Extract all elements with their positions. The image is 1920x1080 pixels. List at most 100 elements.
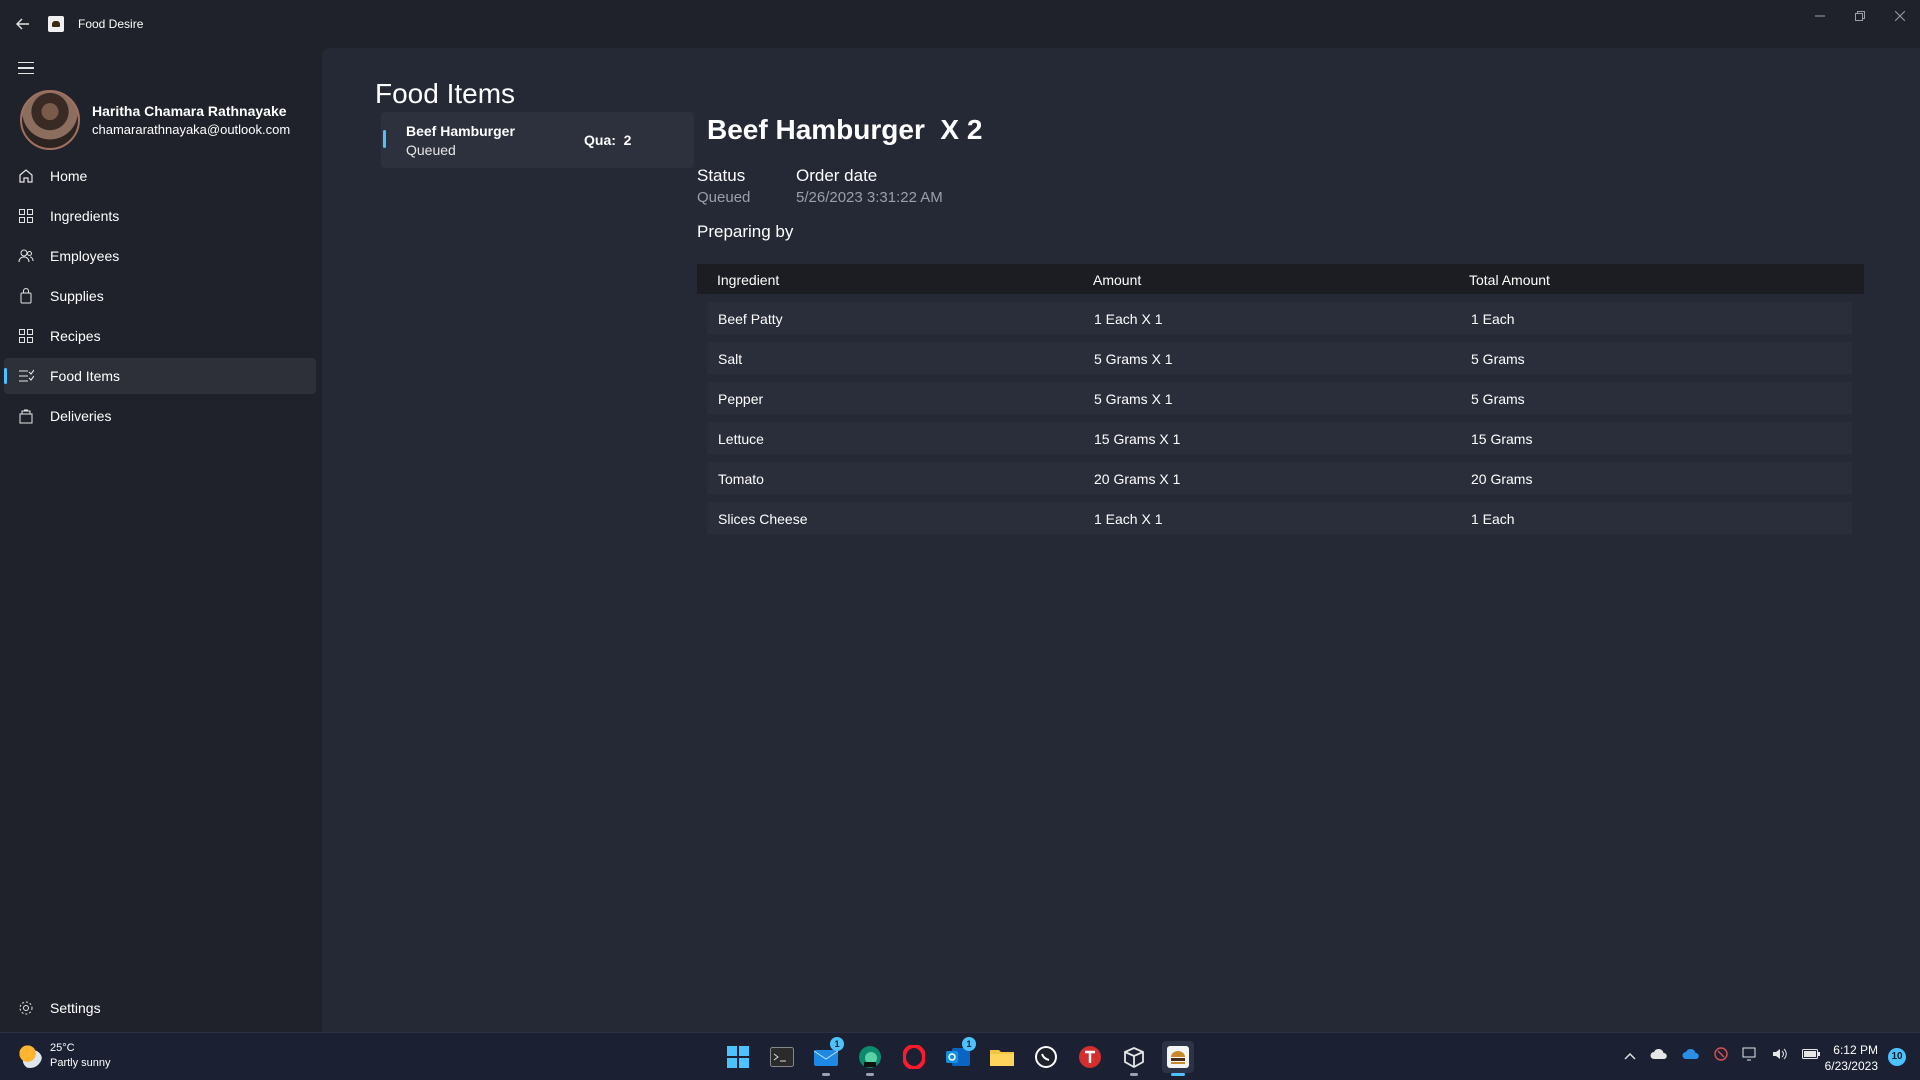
sidebar-item-label: Employees: [50, 248, 120, 264]
edge-dev-app[interactable]: [854, 1041, 886, 1076]
file-explorer-app[interactable]: [986, 1041, 1018, 1073]
notification-badge[interactable]: 10: [1888, 1048, 1906, 1066]
outlook-app[interactable]: 1: [942, 1037, 976, 1073]
volume-icon[interactable]: [1772, 1047, 1788, 1064]
onedrive-icon[interactable]: [1682, 1048, 1700, 1063]
selection-indicator: [383, 130, 386, 148]
people-icon: [18, 248, 34, 264]
start-button[interactable]: [722, 1041, 754, 1073]
home-icon: [18, 168, 34, 184]
chevron-up-icon[interactable]: [1624, 1048, 1636, 1063]
table-row[interactable]: Lettuce 15 Grams X 1 15 Grams: [707, 422, 1852, 454]
cell-ingredient: Beef Patty: [718, 311, 783, 327]
table-row[interactable]: Beef Patty 1 Each X 1 1 Each: [707, 302, 1852, 334]
battery-icon[interactable]: [1802, 1048, 1820, 1063]
table-row[interactable]: Slices Cheese 1 Each X 1 1 Each: [707, 502, 1852, 534]
file-explorer-icon: [990, 1050, 1014, 1066]
arrow-left-icon: [16, 18, 29, 30]
title-bar: Food Desire: [0, 0, 1920, 48]
restore-icon: [1855, 11, 1865, 21]
user-email: chamararathnayaka@outlook.com: [92, 122, 291, 137]
main-content: Food Items Beef Hamburger Queued Qua: 2 …: [322, 48, 1920, 1032]
sidebar-item-label: Supplies: [50, 288, 104, 304]
start-icon: [727, 1046, 749, 1068]
cell-total-amount: 1 Each: [1471, 511, 1515, 527]
preparing-by-label: Preparing by: [697, 222, 794, 241]
table-row[interactable]: Pepper 5 Grams X 1 5 Grams: [707, 382, 1852, 414]
sidebar-item-recipes[interactable]: Recipes: [4, 318, 316, 354]
settings-label: Settings: [50, 1000, 101, 1016]
whatsapp-app[interactable]: [1030, 1041, 1062, 1073]
security-icon[interactable]: [1714, 1047, 1728, 1064]
sidebar: Haritha Chamara Rathnayake chamararathna…: [0, 48, 322, 1032]
partly-sunny-icon: [18, 1044, 42, 1068]
cell-amount: 5 Grams X 1: [1094, 391, 1173, 407]
cloud-icon[interactable]: [1650, 1048, 1668, 1063]
clock-time: 6:12 PM: [1833, 1043, 1878, 1057]
cell-total-amount: 20 Grams: [1471, 471, 1533, 487]
quantity-value: 2: [623, 132, 632, 148]
cell-ingredient: Lettuce: [718, 431, 764, 447]
cell-total-amount: 15 Grams: [1471, 431, 1533, 447]
table-row[interactable]: Tomato 20 Grams X 1 20 Grams: [707, 462, 1852, 494]
sidebar-item-employees[interactable]: Employees: [4, 238, 316, 274]
column-amount: Amount: [1093, 272, 1142, 288]
food-desire-icon: [1167, 1046, 1189, 1068]
grid-icon: [18, 208, 34, 224]
sidebar-item-settings[interactable]: Settings: [4, 990, 316, 1026]
sidebar-item-ingredients[interactable]: Ingredients: [4, 198, 316, 234]
sidebar-item-label: Recipes: [50, 328, 101, 344]
table-row[interactable]: Salt 5 Grams X 1 5 Grams: [707, 342, 1852, 374]
restore-button[interactable]: [1840, 0, 1880, 32]
t-app[interactable]: [1074, 1041, 1106, 1073]
sidebar-item-label: Food Items: [50, 368, 121, 384]
cell-amount: 1 Each X 1: [1094, 511, 1163, 527]
sidebar-item-deliveries[interactable]: Deliveries: [4, 398, 316, 434]
back-button[interactable]: [0, 0, 46, 48]
column-ingredient: Ingredient: [717, 272, 780, 288]
order-date-value: 5/26/2023 3:31:22 AM: [796, 189, 943, 206]
taskbar-apps: 1 1: [722, 1037, 1194, 1076]
terminal-app[interactable]: [766, 1041, 798, 1073]
edge-dev-icon: [859, 1046, 881, 1068]
user-profile: Haritha Chamara Rathnayake chamararathna…: [20, 90, 290, 150]
page-title: Food Items: [375, 78, 516, 109]
close-button[interactable]: [1880, 0, 1920, 32]
opera-app[interactable]: [898, 1041, 930, 1073]
close-icon: [1895, 11, 1905, 21]
running-indicator: [822, 1073, 830, 1076]
food-desire-app[interactable]: [1162, 1041, 1194, 1076]
whatsapp-icon: [1035, 1046, 1057, 1068]
clock-date: 6/23/2023: [1824, 1059, 1878, 1073]
sidebar-item-home[interactable]: Home: [4, 158, 316, 194]
cell-amount: 5 Grams X 1: [1094, 351, 1173, 367]
gear-icon: [18, 1000, 34, 1016]
cell-amount: 15 Grams X 1: [1094, 431, 1181, 447]
box-app[interactable]: [1118, 1041, 1150, 1076]
opera-icon: [903, 1045, 925, 1069]
grid-icon: [18, 328, 34, 344]
column-total-amount: Total Amount: [1469, 272, 1550, 288]
order-date-label: Order date: [796, 166, 878, 185]
user-name: Haritha Chamara Rathnayake: [92, 103, 287, 119]
cell-amount: 20 Grams X 1: [1094, 471, 1181, 487]
list-icon: [18, 368, 34, 384]
cell-amount: 1 Each X 1: [1094, 311, 1163, 327]
bag-icon: [18, 288, 34, 304]
list-item[interactable]: Beef Hamburger Queued Qua: 2: [381, 112, 694, 168]
weather-widget[interactable]: 25°C Partly sunny: [18, 1041, 111, 1071]
hamburger-menu-button[interactable]: [18, 58, 38, 78]
minimize-button[interactable]: [1800, 0, 1840, 32]
outlook-badge: 1: [962, 1037, 976, 1051]
sidebar-item-food-items[interactable]: Food Items: [4, 358, 316, 394]
sidebar-item-label: Ingredients: [50, 208, 120, 224]
running-indicator: [866, 1073, 874, 1076]
mail-app[interactable]: 1: [810, 1037, 844, 1076]
clock[interactable]: 6:12 PM 6/23/2023: [1825, 1042, 1878, 1074]
network-icon[interactable]: [1742, 1047, 1758, 1064]
sidebar-item-supplies[interactable]: Supplies: [4, 278, 316, 314]
cell-total-amount: 5 Grams: [1471, 351, 1525, 367]
window-title: Food Desire: [78, 17, 144, 31]
t-app-icon: [1079, 1046, 1101, 1068]
cell-ingredient: Tomato: [718, 471, 764, 487]
